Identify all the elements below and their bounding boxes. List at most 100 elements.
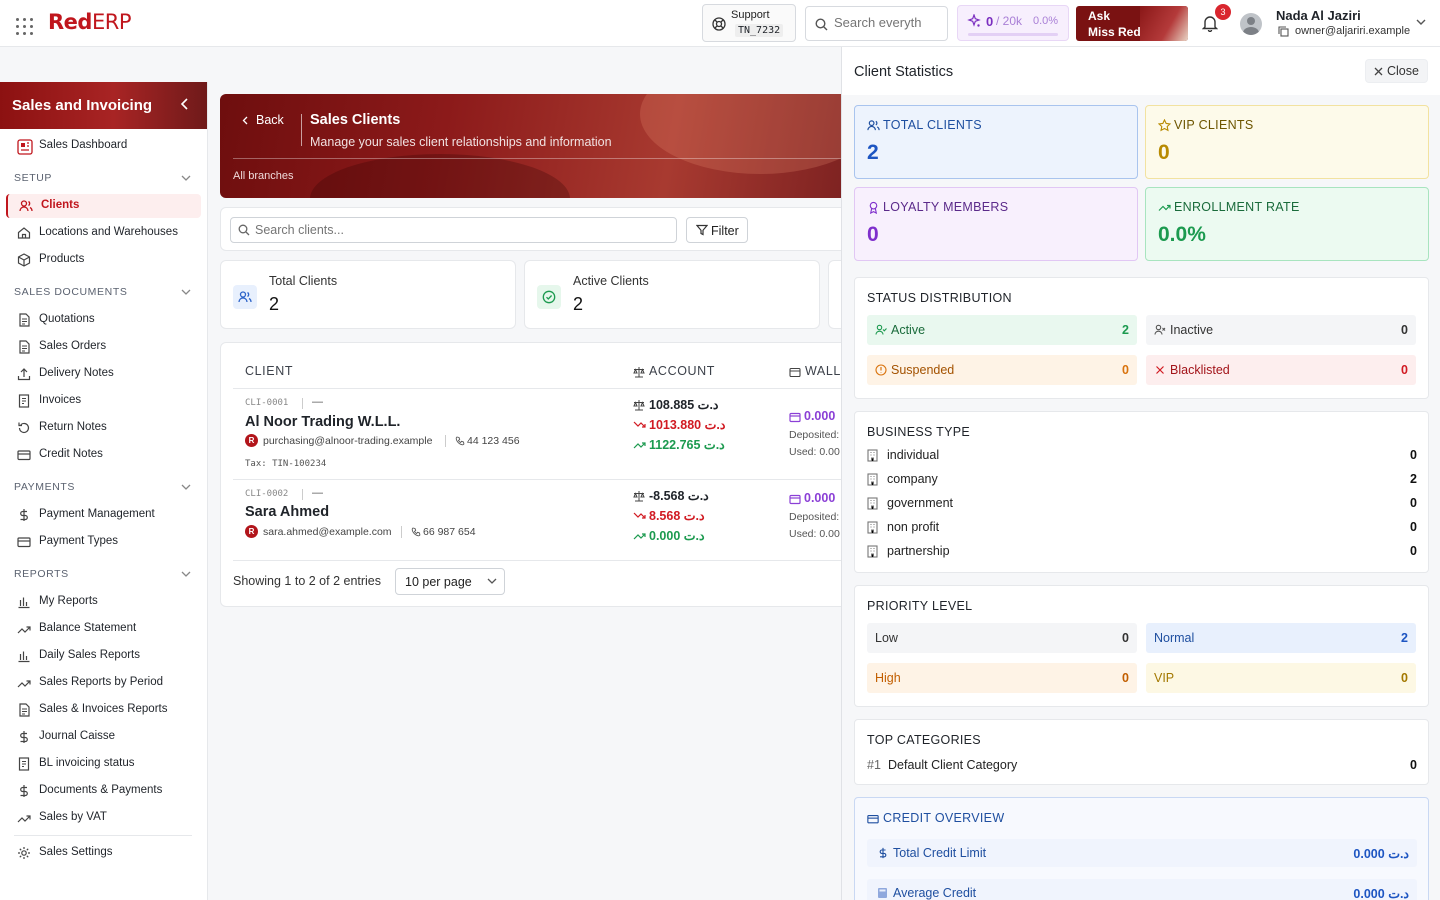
client-name[interactable]: Al Noor Trading W.L.L. xyxy=(245,414,400,430)
status-inactive[interactable]: Inactive 0 xyxy=(1146,315,1416,345)
section-heading: STATUS DISTRIBUTION xyxy=(867,291,1012,305)
sidebar-item-clients[interactable]: Clients xyxy=(6,194,201,218)
sidebar-item-return-notes[interactable]: Return Notes xyxy=(6,416,201,440)
kpi-label: ENROLLMENT RATE xyxy=(1174,200,1300,214)
filter-icon xyxy=(696,224,708,236)
status-active[interactable]: Active 2 xyxy=(867,315,1137,345)
client-code: CLI-0001 xyxy=(245,398,289,408)
column-header-client[interactable]: CLIENT xyxy=(245,364,293,378)
file-icon xyxy=(19,313,30,327)
sidebar-item-sales-orders[interactable]: Sales Orders xyxy=(6,335,201,359)
sidebar-item-sales-dashboard[interactable]: Sales Dashboard xyxy=(6,134,201,158)
sidebar-item-label: Clients xyxy=(41,199,80,211)
status-count: 2 xyxy=(1122,323,1129,337)
business-type-row: partnership 0 xyxy=(867,542,1417,562)
chevron-down-icon[interactable] xyxy=(181,175,191,182)
sidebar-item-quotations[interactable]: Quotations xyxy=(6,308,201,332)
status-count: 0 xyxy=(1401,323,1408,337)
client-name[interactable]: Sara Ahmed xyxy=(245,504,329,520)
sidebar-item-locations[interactable]: Locations and Warehouses xyxy=(6,221,201,245)
priority-normal[interactable]: Normal 2 xyxy=(1146,623,1416,653)
sidebar-item-sales-reports-by-period[interactable]: Sales Reports by Period xyxy=(6,671,201,695)
column-header-wallet[interactable]: WALL xyxy=(805,364,841,378)
kpi-value: 0 xyxy=(1158,141,1170,164)
global-search[interactable] xyxy=(805,6,948,41)
ai-credits-meter[interactable]: 0 / 20k 0.0% xyxy=(957,5,1069,41)
collapse-sidebar-icon[interactable] xyxy=(180,98,190,110)
per-page-value: 10 per page xyxy=(405,575,472,589)
status-suspended[interactable]: Suspended 0 xyxy=(867,355,1137,385)
sidebar-item-sales-by-vat[interactable]: Sales by VAT xyxy=(6,806,201,830)
panel-title: Client Statistics xyxy=(854,64,954,80)
sidebar-item-daily-sales-reports[interactable]: Daily Sales Reports xyxy=(6,644,201,668)
status-blacklisted[interactable]: Blacklisted 0 xyxy=(1146,355,1416,385)
chevron-down-icon[interactable] xyxy=(181,484,191,491)
client-email[interactable]: purchasing@alnoor-trading.example xyxy=(263,435,432,447)
sidebar-item-delivery-notes[interactable]: Delivery Notes xyxy=(6,362,201,386)
sidebar-title: Sales and Invoicing xyxy=(12,97,153,114)
sidebar-item-payment-management[interactable]: Payment Management xyxy=(6,503,201,527)
sidebar-item-sales-settings[interactable]: Sales Settings xyxy=(6,841,201,865)
chevron-down-icon[interactable] xyxy=(1416,18,1426,26)
per-page-select[interactable]: 10 per page xyxy=(395,568,505,595)
category-rank: #1 xyxy=(867,758,881,772)
divider xyxy=(302,489,303,500)
section-reports[interactable]: REPORTS xyxy=(14,568,69,580)
section-payments[interactable]: PAYMENTS xyxy=(14,481,75,493)
sidebar-item-invoices[interactable]: Invoices xyxy=(6,389,201,413)
page-header-banner: Back Sales Clients Manage your sales cli… xyxy=(220,94,860,198)
sidebar-item-balance-statement[interactable]: Balance Statement xyxy=(6,617,201,641)
kpi-value: 2 xyxy=(867,141,879,164)
filter-button[interactable]: Filter xyxy=(686,217,748,243)
sidebar-item-products[interactable]: Products xyxy=(6,248,201,272)
close-button[interactable]: Close xyxy=(1365,59,1428,83)
gear-icon xyxy=(18,847,30,859)
credit-card-icon xyxy=(17,450,31,461)
sidebar-item-label: Sales Orders xyxy=(39,340,107,352)
page-subtitle: Manage your sales client relationships a… xyxy=(310,135,612,149)
client-email[interactable]: sara.ahmed@example.com xyxy=(263,526,392,538)
credit-value: 0.000 د.ت xyxy=(1353,887,1409,900)
chevron-down-icon[interactable] xyxy=(181,571,191,578)
status-label: Suspended xyxy=(891,363,955,377)
apps-grid-icon[interactable] xyxy=(16,18,34,36)
sidebar-item-journal-caisse[interactable]: Journal Caisse xyxy=(6,725,201,749)
scale-icon xyxy=(633,491,645,502)
sidebar-item-bl-invoicing-status[interactable]: BL invoicing status xyxy=(6,752,201,776)
section-sales-documents[interactable]: SALES DOCUMENTS xyxy=(14,286,127,298)
client-search-input[interactable] xyxy=(255,223,655,237)
sidebar-item-credit-notes[interactable]: Credit Notes xyxy=(6,443,201,467)
column-header-account[interactable]: ACCOUNT xyxy=(649,364,715,378)
credits-percent: 0.0% xyxy=(1033,15,1059,27)
section-setup[interactable]: SETUP xyxy=(14,172,52,184)
sidebar-item-sales-invoices-reports[interactable]: Sales & Invoices Reports xyxy=(6,698,201,722)
copy-icon[interactable] xyxy=(1278,26,1289,37)
kpi-label: VIP CLIENTS xyxy=(1174,118,1254,132)
category-row: #1 Default Client Category 0 xyxy=(867,756,1417,776)
sidebar-item-my-reports[interactable]: My Reports xyxy=(6,590,201,614)
client-avatar: R xyxy=(245,434,258,447)
clients-toolbar: Filter xyxy=(220,207,860,251)
sidebar-item-label: Credit Notes xyxy=(39,448,103,460)
user-avatar[interactable] xyxy=(1240,13,1262,35)
sidebar-item-documents-payments[interactable]: Documents & Payments xyxy=(6,779,201,803)
support-ticket-button[interactable]: Support TN_7232 xyxy=(702,4,796,42)
sidebar-header: Sales and Invoicing xyxy=(0,82,207,129)
ask-miss-red-button[interactable]: Ask Miss Red xyxy=(1076,6,1188,41)
pagination-summary: Showing 1 to 2 of 2 entries xyxy=(233,574,382,588)
trending-up-icon xyxy=(633,533,646,540)
client-search[interactable] xyxy=(230,217,677,243)
trending-down-icon xyxy=(633,421,646,428)
kpi-total-clients: TOTAL CLIENTS 2 xyxy=(854,105,1138,179)
global-search-input[interactable] xyxy=(834,15,946,30)
sidebar-item-payment-types[interactable]: Payment Types xyxy=(6,530,201,554)
priority-low[interactable]: Low 0 xyxy=(867,623,1137,653)
app-logo[interactable]: RedERP xyxy=(48,10,131,34)
priority-high[interactable]: High 0 xyxy=(867,663,1137,693)
chevron-left-icon xyxy=(242,116,248,125)
chevron-down-icon[interactable] xyxy=(181,289,191,296)
user-email: owner@aljariri.example xyxy=(1295,25,1411,37)
branch-selector[interactable]: All branches xyxy=(233,170,294,182)
priority-vip[interactable]: VIP 0 xyxy=(1146,663,1416,693)
user-name[interactable]: Nada Al Jaziri xyxy=(1276,8,1361,23)
